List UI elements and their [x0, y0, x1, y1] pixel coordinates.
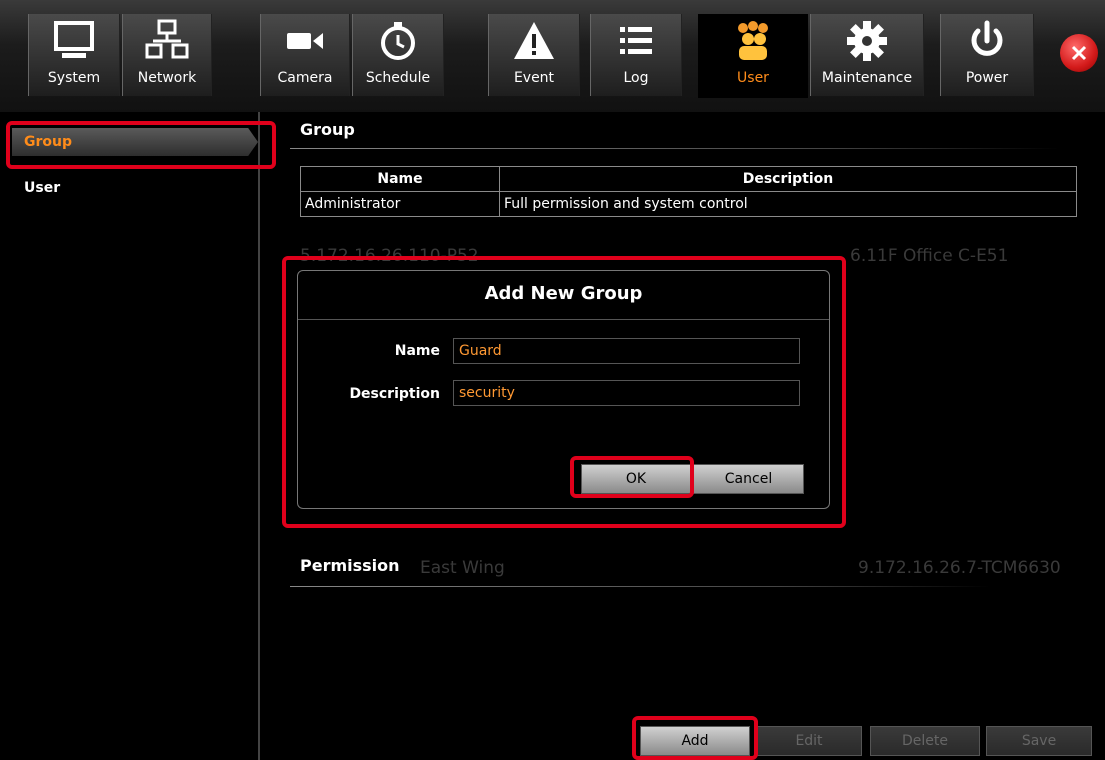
tab-system[interactable]: System — [28, 14, 120, 96]
description-label: Description — [349, 386, 440, 402]
cancel-button[interactable]: Cancel — [693, 464, 804, 494]
sidebar-item-user[interactable]: User — [12, 174, 258, 202]
column-header-name: Name — [300, 166, 500, 192]
tab-camera[interactable]: Camera — [260, 14, 350, 96]
tab-power-label: Power — [965, 70, 1009, 86]
group-table: Name Description Administrator Full perm… — [300, 166, 1077, 217]
add-button[interactable]: Add — [640, 726, 750, 756]
close-icon — [1071, 45, 1087, 61]
ok-button[interactable]: OK — [581, 464, 691, 494]
dialog-divider — [298, 319, 829, 320]
power-icon — [964, 18, 1010, 64]
monitor-icon — [51, 18, 97, 64]
cell-name: Administrator — [300, 191, 500, 217]
network-icon — [144, 18, 190, 64]
clock-icon — [375, 18, 421, 64]
column-header-description: Description — [499, 166, 1077, 192]
table-row[interactable]: Administrator Full permission and system… — [300, 191, 1077, 217]
tab-network[interactable]: Network — [122, 14, 212, 96]
edit-button[interactable]: Edit — [756, 726, 862, 756]
sidebar-item-group[interactable]: Group — [12, 128, 258, 156]
dialog-title: Add New Group — [484, 283, 643, 304]
tab-system-label: System — [47, 70, 101, 86]
tab-user[interactable]: User — [698, 14, 808, 98]
save-button[interactable]: Save — [986, 726, 1092, 756]
tab-event-label: Event — [513, 70, 555, 86]
group-section-title: Group — [300, 120, 355, 139]
tab-schedule-label: Schedule — [365, 70, 431, 86]
permission-section-title: Permission — [300, 556, 400, 575]
camera-icon — [282, 18, 328, 64]
users-icon — [730, 18, 776, 64]
tab-maintenance-label: Maintenance — [821, 70, 913, 86]
sidebar-item-label: Group — [24, 134, 73, 150]
background-text: 9.172.16.26.7-TCM6630 — [858, 558, 1061, 578]
sidebar: Group User — [0, 112, 260, 760]
close-button[interactable] — [1060, 34, 1098, 72]
tab-user-label: User — [737, 70, 769, 86]
gear-icon — [844, 18, 890, 64]
add-group-dialog: Add New Group Name Description OK Cancel — [297, 270, 830, 509]
tab-maintenance[interactable]: Maintenance — [810, 14, 924, 96]
warning-icon — [511, 18, 557, 64]
list-icon — [613, 18, 659, 64]
top-toolbar: System Network Camera Schedule Event Log — [0, 0, 1105, 112]
cell-description: Full permission and system control — [499, 191, 1077, 217]
tab-log[interactable]: Log — [590, 14, 682, 96]
table-header-row: Name Description — [300, 166, 1077, 192]
group-divider — [290, 148, 1060, 149]
tab-power[interactable]: Power — [940, 14, 1034, 96]
permission-divider — [290, 586, 990, 587]
description-input[interactable] — [453, 380, 800, 406]
tab-event[interactable]: Event — [488, 14, 580, 96]
background-text: 6.11F Office C-E51 — [850, 246, 1009, 266]
name-input[interactable] — [453, 338, 800, 364]
tab-log-label: Log — [623, 70, 649, 86]
background-text: East Wing — [420, 558, 505, 578]
sidebar-item-label: User — [24, 180, 61, 196]
tab-network-label: Network — [137, 70, 197, 86]
tab-camera-label: Camera — [277, 70, 333, 86]
background-text: 5.172.16.26.110-P52 — [300, 246, 479, 266]
name-label: Name — [394, 343, 440, 359]
tab-schedule[interactable]: Schedule — [352, 14, 444, 96]
delete-button[interactable]: Delete — [870, 726, 980, 756]
